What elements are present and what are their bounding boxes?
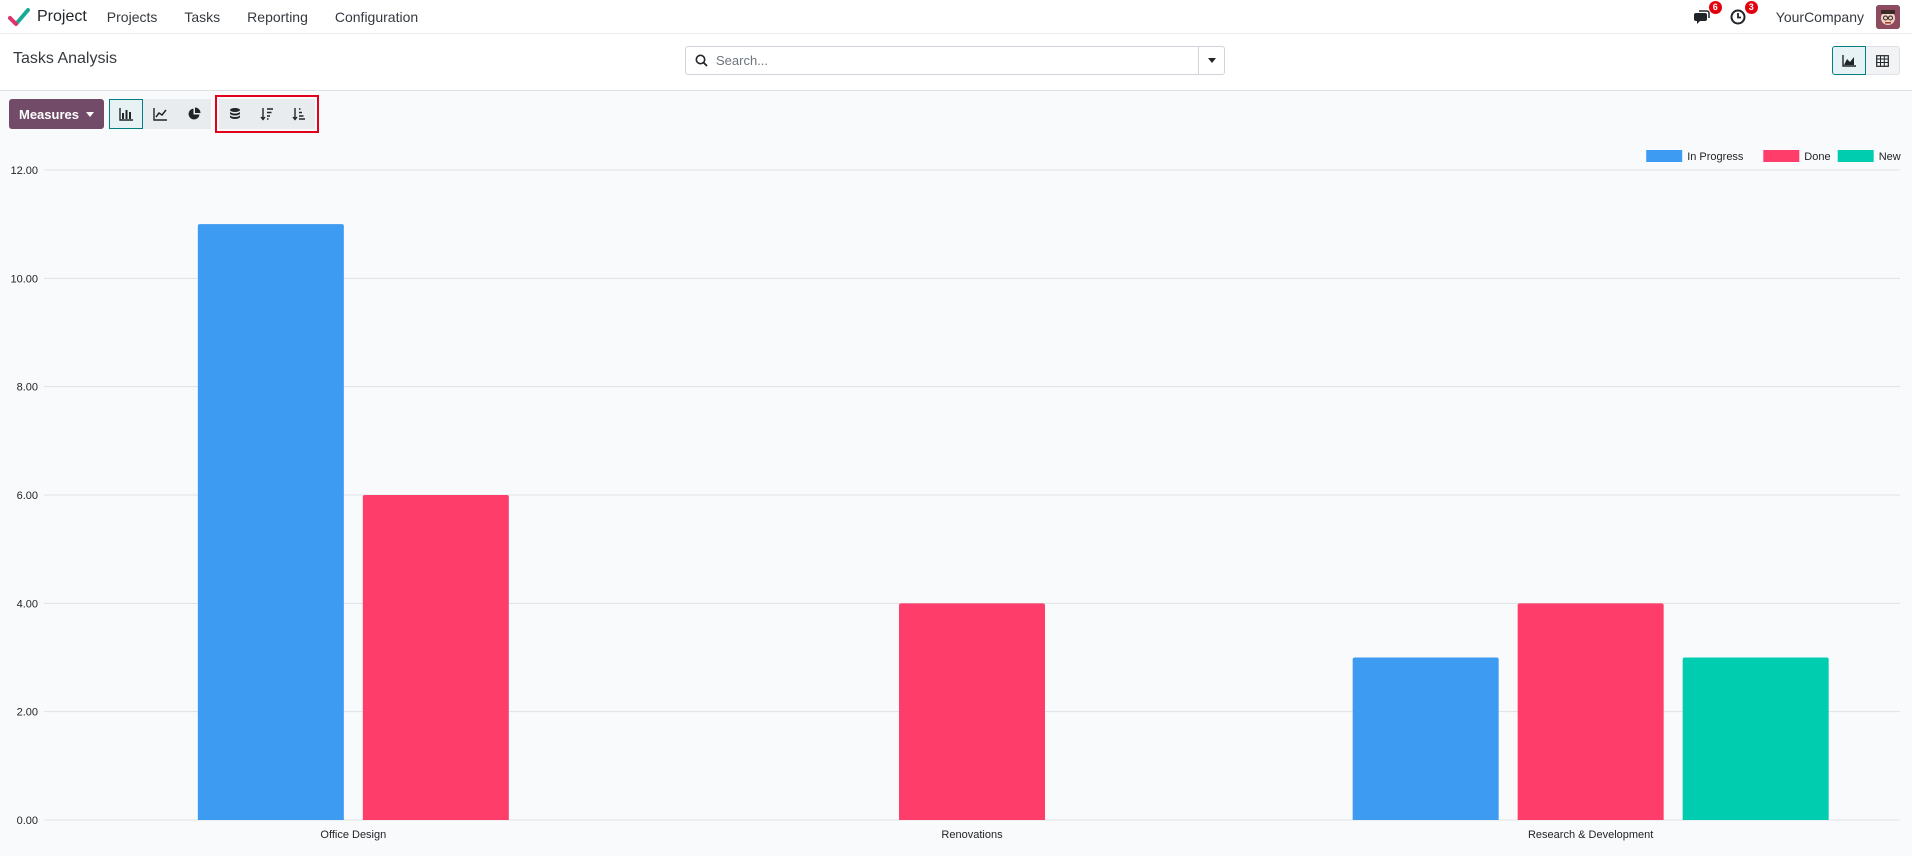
graph-view-button[interactable]	[1832, 46, 1866, 75]
legend-swatch[interactable]	[1646, 150, 1683, 162]
chat-icon	[1693, 10, 1710, 24]
sort-descending-button[interactable]	[250, 99, 283, 129]
legend-swatch[interactable]	[1837, 150, 1874, 162]
view-switcher	[1832, 46, 1900, 75]
user-avatar[interactable]	[1876, 5, 1900, 29]
app-name: Project	[37, 7, 87, 25]
app-brand[interactable]: Project	[8, 7, 87, 27]
line-chart-icon	[153, 108, 167, 121]
bar-done[interactable]	[362, 495, 509, 820]
graph-options-group	[214, 95, 319, 133]
y-tick-label: 6.00	[17, 490, 38, 502]
pie-chart-button[interactable]	[176, 99, 211, 129]
menu-configuration[interactable]: Configuration	[335, 9, 418, 25]
pie-chart-icon	[188, 107, 201, 120]
messages-badge: 6	[1708, 1, 1722, 14]
bar-chart-button[interactable]	[108, 99, 143, 129]
legend-label[interactable]: Done	[1804, 151, 1830, 163]
y-tick-label: 4.00	[17, 598, 38, 610]
page-title: Tasks Analysis	[13, 50, 118, 67]
legend-label[interactable]: New	[1879, 151, 1901, 163]
chart-canvas: 0.00 2.00 4.00 6.00 8.00 10.00 12.00 Office Des…	[10, 150, 1901, 841]
clock-icon	[1730, 9, 1746, 25]
control-panel: Tasks Analysis	[0, 34, 1912, 91]
line-chart-button[interactable]	[142, 99, 177, 129]
project-logo-icon	[8, 7, 30, 26]
x-category-label: Renovations	[941, 829, 1003, 841]
messages-button[interactable]: 6	[1692, 1, 1722, 27]
sort-amount-desc-icon	[260, 108, 273, 121]
y-tick-label: 2.00	[17, 707, 38, 719]
y-tick-label: 12.00	[10, 165, 38, 177]
bar-in-progress[interactable]	[197, 224, 344, 821]
menu-projects[interactable]: Projects	[107, 9, 158, 25]
menu-reporting[interactable]: Reporting	[247, 9, 308, 25]
legend-label[interactable]: In Progress	[1687, 151, 1744, 163]
activities-badge: 3	[1744, 1, 1758, 14]
activities-button[interactable]: 3	[1728, 1, 1758, 27]
avatar-image-icon	[1876, 5, 1900, 29]
x-category-label: Office Design	[320, 829, 386, 841]
y-tick-label: 10.00	[10, 273, 38, 285]
bar-new[interactable]	[1682, 657, 1829, 821]
search-bar[interactable]	[685, 46, 1225, 75]
pivot-view-button[interactable]	[1866, 46, 1900, 75]
caret-down-icon	[1207, 58, 1216, 63]
caret-down-icon	[85, 111, 94, 117]
menu-tasks[interactable]: Tasks	[184, 9, 220, 25]
measures-dropdown[interactable]: Measures	[9, 99, 104, 129]
stacked-button[interactable]	[218, 99, 251, 129]
y-tick-label: 8.00	[17, 382, 38, 394]
sort-amount-asc-icon	[292, 108, 305, 121]
area-chart-icon	[1842, 54, 1856, 67]
bar-in-progress[interactable]	[1352, 657, 1499, 821]
y-tick-label: 0.00	[17, 815, 38, 827]
chart-type-group	[108, 99, 211, 129]
bar-done[interactable]	[899, 603, 1045, 820]
x-category-label: Research & Development	[1528, 829, 1653, 841]
sort-ascending-button[interactable]	[282, 99, 315, 129]
legend-swatch[interactable]	[1763, 150, 1800, 162]
bar-chart: 0.00 2.00 4.00 6.00 8.00 10.00 12.00 Office Des…	[0, 138, 1912, 856]
measures-label: Measures	[19, 106, 79, 122]
search-icon	[686, 54, 716, 67]
database-icon	[229, 108, 240, 119]
search-options-toggle[interactable]	[1198, 47, 1224, 74]
top-navbar: Project Projects Tasks Reporting Configu…	[0, 0, 1912, 34]
table-icon	[1876, 54, 1889, 67]
graph-toolbar: Measures	[9, 95, 319, 133]
company-switcher[interactable]: YourCompany	[1776, 9, 1864, 25]
bar-chart-icon	[119, 108, 133, 121]
search-input[interactable]	[716, 47, 1198, 74]
bar-done[interactable]	[1517, 603, 1664, 820]
